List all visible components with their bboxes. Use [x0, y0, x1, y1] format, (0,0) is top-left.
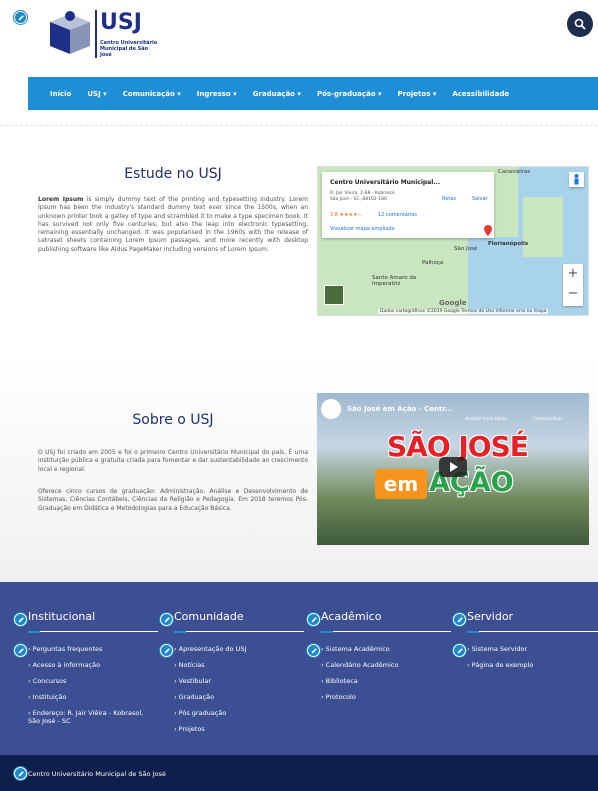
map-label: Santo Amaro da Imperatriz [372, 275, 417, 287]
footer-link[interactable]: › Apresentação do USJ [174, 645, 246, 653]
footer-rule-accent [467, 631, 479, 633]
map-place-name: Centro Universitário Municipal... [330, 179, 441, 186]
share-button[interactable]: Compartilhar [533, 417, 562, 422]
nav-item-ingresso[interactable]: Ingresso ▾ [197, 90, 237, 98]
zoom-out-button[interactable]: − [563, 284, 583, 304]
map-routes-button[interactable]: Rotas [442, 196, 456, 202]
footer-link[interactable]: › Perguntas frequentes [28, 645, 102, 653]
footer-link[interactable]: › Sistema Servidor [467, 645, 527, 653]
nav-item-graduacao[interactable]: Graduação ▾ [253, 90, 301, 98]
estude-title: Estude no USJ [124, 166, 222, 182]
footer-title-institucional: Institucional [28, 610, 96, 623]
footer-link[interactable]: › Projetos [174, 725, 205, 733]
footer-link[interactable]: › Página de exemplo [467, 661, 533, 669]
footer-link[interactable]: › Notícias [174, 661, 205, 669]
map-place-card: Centro Universitário Municipal... R. Jai… [322, 172, 494, 238]
play-button[interactable] [439, 457, 467, 477]
search-icon [574, 18, 586, 30]
footer-rule-accent [321, 631, 333, 633]
map-label: Palhoça [422, 260, 444, 266]
map-satellite-toggle[interactable] [324, 285, 344, 305]
footer-bottom-bar: Centro Universitário Municipal de São Jo… [0, 755, 598, 791]
footer-link[interactable]: › Sistema Acadêmico [321, 645, 390, 653]
sobre-paragraph-2: Oferece cinco cursos de graduação: Admin… [38, 488, 308, 512]
edit-pencil-icon[interactable] [14, 644, 27, 657]
footer-link[interactable]: › Graduação [174, 693, 214, 701]
nav-item-usj[interactable]: USJ ▾ [87, 90, 106, 98]
footer-link[interactable]: › Endereço: R. Jair Viêira - Kobrasol, S… [28, 709, 156, 725]
nav-item-inicio[interactable]: Início [50, 90, 71, 98]
video-headline-em: em [375, 469, 427, 499]
watch-later-button[interactable]: Assistir mais tarde [465, 417, 507, 422]
sobre-paragraph-1: O USJ foi criado em 2005 e foi o primeir… [38, 449, 308, 473]
footer-link[interactable]: › Pós graduação [174, 709, 226, 717]
map-save-button[interactable]: Salvar [472, 196, 488, 202]
edit-pencil-icon[interactable] [14, 11, 27, 24]
zoom-in-button[interactable]: + [563, 264, 583, 284]
logo-word: USJ [100, 10, 142, 35]
main-navbar: Início USJ ▾ Comunicação ▾ Ingresso ▾ Gr… [28, 77, 598, 110]
edit-pencil-icon[interactable] [453, 613, 466, 626]
logo-subtitle: Centro Universitário Municipal de São Jo… [100, 40, 158, 58]
map-pin-icon [484, 225, 492, 236]
footer-link[interactable]: › Acesso à informação [28, 661, 100, 669]
search-button[interactable] [567, 11, 593, 37]
channel-avatar[interactable] [321, 399, 341, 419]
logo-divider [95, 10, 97, 58]
map-zoom-control: + − [563, 264, 583, 306]
map-google-brand: Google [439, 299, 467, 307]
estude-lead: Lorem Ipsum [38, 196, 84, 203]
google-map[interactable]: Canavieiras Florianópolis São José Palho… [317, 166, 589, 316]
edit-pencil-icon[interactable] [307, 613, 320, 626]
pegman-icon[interactable] [569, 172, 584, 187]
edit-pencil-icon[interactable] [160, 644, 173, 657]
edit-pencil-icon[interactable] [14, 613, 27, 626]
footer-rule [174, 631, 304, 632]
map-label: São José [454, 246, 478, 252]
edit-pencil-icon[interactable] [160, 613, 173, 626]
estude-paragraph: Lorem Ipsum is simply dummy text of the … [38, 196, 308, 254]
nav-item-comunicacao[interactable]: Comunicação ▾ [123, 90, 181, 98]
play-icon [450, 462, 458, 472]
footer-link[interactable]: › Vestibular [174, 677, 211, 685]
footer-rule [28, 631, 158, 632]
estude-body: is simply dummy text of the printing and… [38, 196, 308, 253]
sobre-title: Sobre o USJ [132, 412, 214, 428]
edit-pencil-icon[interactable] [307, 644, 320, 657]
youtube-video[interactable]: São José em Ação - Centr... Assistir mai… [317, 393, 589, 545]
footer-title-comunidade: Comunidade [174, 610, 244, 623]
footer-link[interactable]: › Biblioteca [321, 677, 358, 685]
footer-rule-accent [28, 631, 40, 633]
edit-pencil-icon[interactable] [453, 644, 466, 657]
video-title[interactable]: São José em Ação - Centr... [347, 405, 453, 413]
map-label: Florianópolis [488, 241, 529, 247]
map-label: Canavieiras [498, 169, 531, 175]
divider [0, 125, 598, 126]
footer-link[interactable]: › Instituição [28, 693, 66, 701]
nav-item-projetos[interactable]: Projetos ▾ [398, 90, 437, 98]
footer-copyright: Centro Universitário Municipal de São Jo… [28, 770, 166, 778]
footer-link[interactable]: › Concursos [28, 677, 66, 685]
map-attribution: Dados cartográficos ©2019 Google Termos … [378, 309, 549, 314]
footer-link[interactable]: › Calendário Acadêmico [321, 661, 398, 669]
map-place-rating: 3,8 ★★★★☆ [330, 212, 362, 218]
footer-rule [321, 631, 451, 632]
edit-pencil-icon[interactable] [14, 767, 27, 780]
nav-item-acessibilidade[interactable]: Acessibilidade [452, 90, 509, 98]
footer-rule [467, 631, 598, 632]
footer-title-academico: Acadêmico [321, 610, 382, 623]
nav-item-pos-graduacao[interactable]: Pós-graduação ▾ [317, 90, 382, 98]
map-place-address: R. Jair Vieira, 2-68 - Kobrasol, São Jos… [330, 191, 396, 202]
map-enlarge-link[interactable]: Visualizar mapa ampliado [330, 226, 395, 232]
map-reviews-link[interactable]: 12 comentários [378, 212, 417, 218]
footer-title-servidor: Servidor [467, 610, 514, 623]
footer-rule-accent [174, 631, 186, 633]
footer-link[interactable]: › Protocolo [321, 693, 356, 701]
map-island [523, 197, 563, 257]
